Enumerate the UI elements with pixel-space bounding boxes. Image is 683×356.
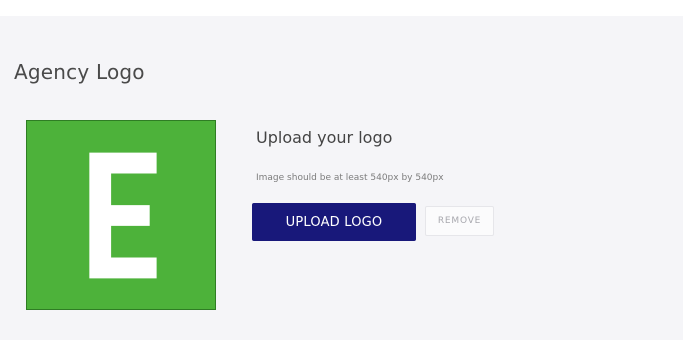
logo-preview: [26, 120, 216, 310]
logo-letter-e: [89, 152, 157, 279]
upload-hint: Image should be at least 540px by 540px: [256, 173, 444, 183]
upload-title: Upload your logo: [256, 128, 393, 147]
remove-logo-button[interactable]: REMOVE: [425, 206, 494, 236]
agency-logo-panel: Agency Logo Upload your logo Image shoul…: [0, 16, 683, 340]
upload-logo-button[interactable]: UPLOAD LOGO: [252, 203, 416, 241]
section-title: Agency Logo: [14, 60, 145, 84]
